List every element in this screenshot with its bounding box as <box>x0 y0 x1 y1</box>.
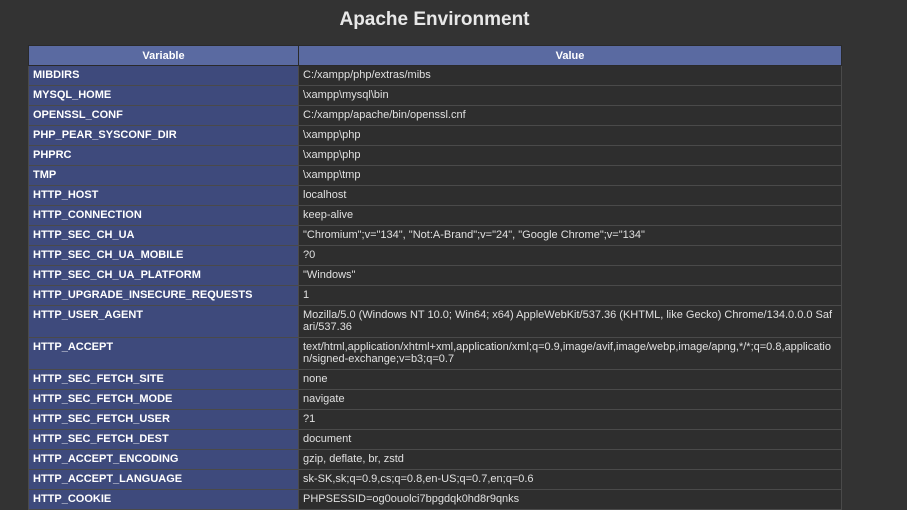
variable-value-cell: \xampp\mysql\bin <box>298 85 842 106</box>
variable-name-cell: HTTP_SEC_CH_UA_MOBILE <box>28 245 299 266</box>
variable-value-cell: ?1 <box>298 409 842 430</box>
table-row: HTTP_SEC_CH_UA "Chromium";v="134", "Not:A… <box>28 225 842 246</box>
table-row: TMP \xampp\tmp <box>28 165 842 186</box>
table-row: HTTP_SEC_CH_UA_PLATFORM "Windows" <box>28 265 842 286</box>
variable-name-cell: HTTP_CONNECTION <box>28 205 299 226</box>
table-row: HTTP_ACCEPT_LANGUAGE sk-SK,sk;q=0.9,cs;q=… <box>28 469 842 490</box>
variable-value-cell: Mozilla/5.0 (Windows NT 10.0; Win64; x64… <box>298 305 842 338</box>
column-header-variable: Variable <box>28 45 299 66</box>
page-title: Apache Environment <box>339 9 530 30</box>
table-row: HTTP_CONNECTION keep-alive <box>28 205 842 226</box>
variable-name-cell: HTTP_ACCEPT_ENCODING <box>28 449 299 470</box>
variable-name-cell: HTTP_UPGRADE_INSECURE_REQUESTS <box>28 285 299 306</box>
table-row: PHPRC \xampp\php <box>28 145 842 166</box>
table-row: HTTP_HOST localhost <box>28 185 842 206</box>
variable-value-cell: keep-alive <box>298 205 842 226</box>
variable-name-cell: OPENSSL_CONF <box>28 105 299 126</box>
table-header-row: Variable Value <box>28 45 842 66</box>
variable-value-cell: C:/xampp/apache/bin/openssl.cnf <box>298 105 842 126</box>
table-row: HTTP_SEC_FETCH_MODE navigate <box>28 389 842 410</box>
variable-name-cell: HTTP_SEC_CH_UA_PLATFORM <box>28 265 299 286</box>
variable-value-cell: C:/xampp/php/extras/mibs <box>298 65 842 86</box>
variable-name-cell: HTTP_ACCEPT <box>28 337 299 370</box>
variable-name-cell: HTTP_SEC_FETCH_MODE <box>28 389 299 410</box>
variable-name-cell: HTTP_USER_AGENT <box>28 305 299 338</box>
variable-name-cell: HTTP_SEC_FETCH_USER <box>28 409 299 430</box>
table-row: MYSQL_HOME \xampp\mysql\bin <box>28 85 842 106</box>
variable-name-cell: MYSQL_HOME <box>28 85 299 106</box>
variable-value-cell: ?0 <box>298 245 842 266</box>
variable-name-cell: HTTP_ACCEPT_LANGUAGE <box>28 469 299 490</box>
variable-value-cell: \xampp\tmp <box>298 165 842 186</box>
table-row: HTTP_SEC_FETCH_SITE none <box>28 369 842 390</box>
table-row: HTTP_UPGRADE_INSECURE_REQUESTS 1 <box>28 285 842 306</box>
variable-value-cell: \xampp\php <box>298 125 842 146</box>
variable-name-cell: PHPRC <box>28 145 299 166</box>
variable-value-cell: navigate <box>298 389 842 410</box>
table-row: HTTP_ACCEPT_ENCODING gzip, deflate, br, z… <box>28 449 842 470</box>
table-row: MIBDIRS C:/xampp/php/extras/mibs <box>28 65 842 86</box>
table-row: HTTP_USER_AGENT Mozilla/5.0 (Windows NT 1… <box>28 305 842 338</box>
variable-name-cell: HTTP_HOST <box>28 185 299 206</box>
variable-value-cell: document <box>298 429 842 450</box>
variable-value-cell: sk-SK,sk;q=0.9,cs;q=0.8,en-US;q=0.7,en;q… <box>298 469 842 490</box>
variable-value-cell: text/html,application/xhtml+xml,applicat… <box>298 337 842 370</box>
table-row: HTTP_SEC_FETCH_DEST document <box>28 429 842 450</box>
column-header-value: Value <box>298 45 842 66</box>
table-row: HTTP_SEC_FETCH_USER ?1 <box>28 409 842 430</box>
variable-value-cell: \xampp\php <box>298 145 842 166</box>
variable-name-cell: MIBDIRS <box>28 65 299 86</box>
variable-value-cell: none <box>298 369 842 390</box>
variable-value-cell: gzip, deflate, br, zstd <box>298 449 842 470</box>
table-row: HTTP_SEC_CH_UA_MOBILE ?0 <box>28 245 842 266</box>
variable-name-cell: HTTP_SEC_FETCH_DEST <box>28 429 299 450</box>
table-row: HTTP_ACCEPT text/html,application/xhtml+x… <box>28 337 842 370</box>
variable-name-cell: TMP <box>28 165 299 186</box>
table-body: MIBDIRS C:/xampp/php/extras/mibs MYSQL_HOM… <box>28 65 842 510</box>
variable-value-cell: localhost <box>298 185 842 206</box>
variable-name-cell: PHP_PEAR_SYSCONF_DIR <box>28 125 299 146</box>
environment-table: Variable Value MIBDIRS C:/xampp/php/extra… <box>28 45 842 510</box>
variable-value-cell: 1 <box>298 285 842 306</box>
variable-value-cell: "Windows" <box>298 265 842 286</box>
variable-name-cell: HTTP_SEC_CH_UA <box>28 225 299 246</box>
table-row: PHP_PEAR_SYSCONF_DIR \xampp\php <box>28 125 842 146</box>
variable-name-cell: HTTP_SEC_FETCH_SITE <box>28 369 299 390</box>
variable-value-cell: "Chromium";v="134", "Not:A-Brand";v="24"… <box>298 225 842 246</box>
table-row: OPENSSL_CONF C:/xampp/apache/bin/openssl.… <box>28 105 842 126</box>
